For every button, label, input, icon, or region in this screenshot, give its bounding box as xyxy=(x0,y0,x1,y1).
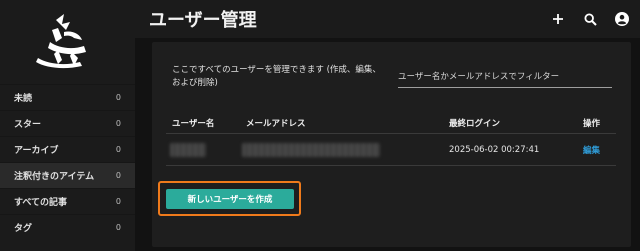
column-header-last-login: 最終ログイン xyxy=(449,119,501,129)
sidebar-item-tags[interactable]: タグ 0 xyxy=(0,214,135,240)
sidebar-item-label: すべての記事 xyxy=(14,198,68,208)
username-cell-redacted xyxy=(170,134,206,166)
sidebar-item-label: タグ xyxy=(14,224,33,234)
table-row: 2025-06-02 00:27:41 編集 xyxy=(166,134,616,166)
create-user-button[interactable]: 新しいユーザーを作成 xyxy=(166,189,294,209)
sidebar-item-all-articles[interactable]: すべての記事 0 xyxy=(0,188,135,214)
create-button-highlight: 新しいユーザーを作成 xyxy=(158,181,301,216)
email-cell-redacted xyxy=(242,134,380,166)
sidebar-item-count: 0 xyxy=(115,197,121,206)
last-login-cell: 2025-06-02 00:27:41 xyxy=(449,145,540,155)
sidebar-item-label: アーカイブ xyxy=(14,146,59,156)
user-management-card: ここですべてのユーザーを管理できます (作成、編集、および削除) ユーザー名 メ… xyxy=(152,42,631,247)
page-title: ユーザー管理 xyxy=(149,10,257,31)
column-header-actions: 操作 xyxy=(583,119,601,129)
sidebar-item-count: 0 xyxy=(115,93,121,102)
sidebar-item-label: 注釈付きのアイテム xyxy=(14,172,95,182)
filter-input[interactable] xyxy=(398,70,612,88)
sidebar-item-unread[interactable]: 未読 0 xyxy=(0,84,135,110)
column-header-email: メールアドレス xyxy=(246,119,306,129)
column-header-username: ユーザー名 xyxy=(172,119,215,129)
sidebar-nav: 未読 0 スター 0 アーカイブ 0 注釈付きのアイテム 0 すべての記事 0 … xyxy=(0,84,135,240)
sidebar-item-archive[interactable]: アーカイブ 0 xyxy=(0,136,135,162)
plus-icon[interactable] xyxy=(548,9,568,29)
top-bar: ユーザー管理 xyxy=(135,0,640,38)
sidebar-item-count: 0 xyxy=(115,223,121,232)
page-description: ここですべてのユーザーを管理できます (作成、編集、および削除) xyxy=(172,65,381,88)
table-header-row: ユーザー名 メールアドレス 最終ログイン 操作 xyxy=(166,112,616,134)
sidebar-item-label: スター xyxy=(14,120,42,130)
sidebar-item-annotated[interactable]: 注釈付きのアイテム 0 xyxy=(0,162,135,188)
edit-link[interactable]: 編集 xyxy=(583,134,600,166)
account-circle-icon[interactable] xyxy=(612,9,632,29)
sidebar-item-count: 0 xyxy=(115,145,121,154)
sidebar-item-starred[interactable]: スター 0 xyxy=(0,110,135,136)
sidebar-item-count: 0 xyxy=(115,119,121,128)
sidebar: 未読 0 スター 0 アーカイブ 0 注釈付きのアイテム 0 すべての記事 0 … xyxy=(0,0,135,251)
search-icon[interactable] xyxy=(580,9,600,29)
logo[interactable] xyxy=(28,8,106,72)
sidebar-item-count: 0 xyxy=(115,171,121,180)
users-table: ユーザー名 メールアドレス 最終ログイン 操作 2025-06-02 00:27… xyxy=(166,112,616,166)
sidebar-item-label: 未読 xyxy=(14,94,33,104)
